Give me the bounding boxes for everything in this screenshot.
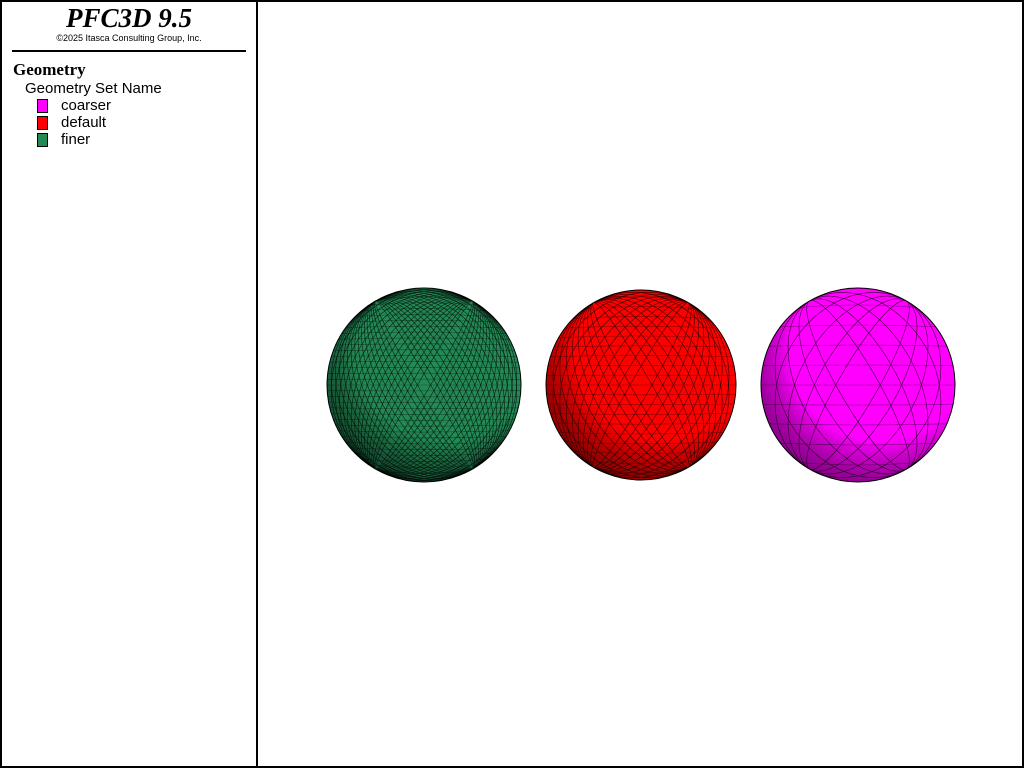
title-divider bbox=[12, 50, 246, 52]
legend-label-coarser: coarser bbox=[61, 97, 112, 114]
legend-list: coarser default finer bbox=[37, 97, 111, 148]
legend-item-finer: finer bbox=[37, 131, 111, 148]
legend-item-coarser: coarser bbox=[37, 97, 111, 114]
legend-item-default: default bbox=[37, 114, 111, 131]
legend-label-finer: finer bbox=[61, 131, 91, 148]
plot-window: PFC3D 9.5 ©2025 Itasca Consulting Group,… bbox=[0, 0, 1024, 768]
legend-subheading: Geometry Set Name bbox=[25, 80, 162, 97]
legend-panel: PFC3D 9.5 ©2025 Itasca Consulting Group,… bbox=[2, 2, 258, 766]
legend-heading: Geometry bbox=[13, 60, 86, 79]
legend-swatch-finer bbox=[37, 132, 48, 147]
legend-swatch-coarser bbox=[37, 98, 48, 113]
copyright-text: ©2025 Itasca Consulting Group, Inc. bbox=[56, 33, 202, 43]
legend-swatch-default bbox=[37, 115, 48, 130]
sphere-finer[interactable] bbox=[296, 255, 551, 514]
model-viewport[interactable] bbox=[258, 2, 1022, 766]
app-title: PFC3D 9.5 bbox=[65, 3, 192, 33]
scene-canvas[interactable] bbox=[258, 2, 1022, 766]
sphere-default[interactable] bbox=[519, 260, 762, 510]
legend-label-default: default bbox=[61, 114, 107, 131]
sphere-coarser[interactable] bbox=[742, 262, 973, 508]
